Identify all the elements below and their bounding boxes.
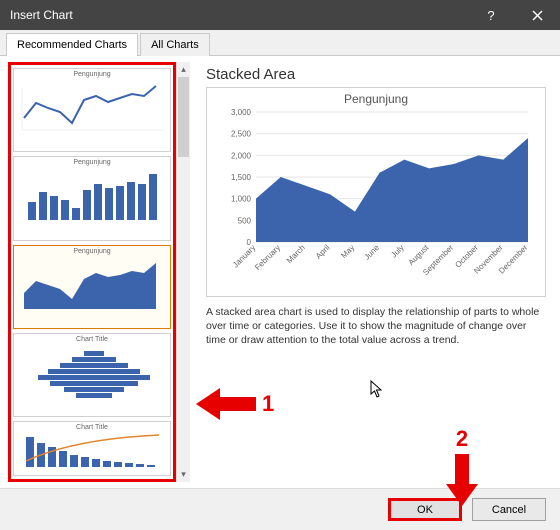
svg-text:February: February <box>253 243 282 272</box>
annotation-number-1: 1 <box>262 391 274 417</box>
thumb-title: Pengunjung <box>14 246 170 255</box>
dialog-content: Pengunjung Pengunjung <box>0 56 560 488</box>
svg-text:March: March <box>285 243 307 265</box>
pareto-chart-icon <box>14 431 174 471</box>
thumb-title: Pengunjung <box>14 157 170 166</box>
titlebar: Insert Chart ? <box>0 0 560 30</box>
thumbnails-scrollbar[interactable]: ▴ ▾ <box>176 62 190 482</box>
svg-text:July: July <box>389 243 405 259</box>
scroll-up-icon: ▴ <box>181 64 186 75</box>
svg-text:2,500: 2,500 <box>231 130 252 139</box>
thumb-title: Chart Title <box>14 422 170 431</box>
scroll-down-icon: ▾ <box>181 469 186 480</box>
cancel-button[interactable]: Cancel <box>472 498 546 521</box>
svg-text:3,000: 3,000 <box>231 108 252 117</box>
chart-type-name: Stacked Area <box>206 66 546 83</box>
tab-strip: Recommended Charts All Charts <box>0 30 560 56</box>
chart-description: A stacked area chart is used to display … <box>206 305 546 348</box>
arrow-left-icon <box>196 384 256 424</box>
thumb-funnel-chart[interactable]: Chart Title <box>13 333 171 417</box>
close-button[interactable] <box>514 0 560 30</box>
thumb-line-chart[interactable]: Pengunjung <box>13 68 171 152</box>
thumb-title: Pengunjung <box>14 69 170 78</box>
svg-text:1,000: 1,000 <box>231 195 252 204</box>
annotation-number-2: 2 <box>456 426 468 452</box>
thumb-title: Chart Title <box>14 334 170 343</box>
tab-recommended[interactable]: Recommended Charts <box>6 33 138 56</box>
annotation-arrow-2: 2 <box>442 426 482 506</box>
area-chart-icon <box>14 255 174 319</box>
svg-text:2,000: 2,000 <box>231 151 252 160</box>
close-icon <box>532 10 543 21</box>
arrow-down-icon <box>442 454 482 506</box>
thumb-area-chart[interactable]: Pengunjung <box>13 245 171 329</box>
svg-text:500: 500 <box>238 216 252 225</box>
thumb-bar-chart[interactable]: Pengunjung <box>13 156 171 240</box>
help-button[interactable]: ? <box>468 0 514 30</box>
svg-text:June: June <box>362 243 381 262</box>
chart-preview[interactable]: Pengunjung 05001,0001,5002,0002,5003,000… <box>206 87 546 297</box>
funnel-chart-icon <box>14 343 174 407</box>
svg-text:May: May <box>339 243 356 260</box>
svg-text:1,500: 1,500 <box>231 173 252 182</box>
chart-title: Pengunjung <box>344 88 408 106</box>
window-title: Insert Chart <box>10 8 468 22</box>
annotation-arrow-1: 1 <box>196 384 274 424</box>
tab-all-charts[interactable]: All Charts <box>140 33 210 56</box>
thumb-pareto-chart[interactable]: Chart Title <box>13 421 171 476</box>
area-chart-preview-svg: 05001,0001,5002,0002,5003,000JanuaryFebr… <box>216 106 536 286</box>
line-chart-icon <box>14 78 174 142</box>
mouse-cursor-icon <box>370 380 384 401</box>
bar-chart-icon <box>14 166 174 230</box>
svg-text:April: April <box>314 243 332 261</box>
recommended-thumbnails-list: Pengunjung Pengunjung <box>8 62 176 482</box>
